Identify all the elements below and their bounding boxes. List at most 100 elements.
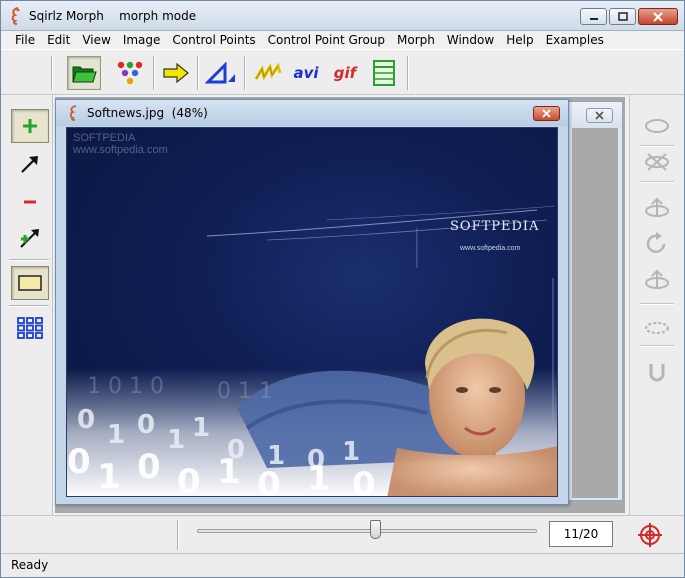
toolbar: avi gif [1, 49, 684, 95]
softpedia-logo-text: SOFTPEDIA [450, 219, 540, 234]
frame-slider-track[interactable] [197, 529, 537, 533]
grid-button[interactable] [11, 311, 49, 345]
frame-slider-thumb[interactable] [370, 520, 381, 539]
menu-file[interactable]: File [9, 31, 41, 49]
title-bar[interactable]: Sqirlz Morph morph mode [1, 1, 684, 31]
flip-button[interactable] [640, 265, 674, 295]
target-icon [638, 523, 662, 547]
squirrel-icon [11, 7, 20, 25]
magnet-icon [649, 364, 665, 382]
warp-button[interactable] [204, 56, 238, 90]
color-dots-icon [117, 61, 143, 85]
toolbar-separator [153, 56, 155, 90]
move-arrow-icon [21, 156, 38, 173]
scale-icon [645, 322, 669, 334]
save-avi-button[interactable]: avi [289, 56, 323, 90]
rectangle-select-icon [18, 275, 42, 291]
delete-group-button[interactable] [640, 147, 674, 177]
menu-bar: File Edit View Image Control Points Cont… [1, 31, 684, 49]
svg-text:1: 1 [167, 425, 185, 455]
svg-text:0: 0 [257, 465, 281, 497]
menu-image[interactable]: Image [117, 31, 167, 49]
close-button[interactable] [638, 8, 678, 25]
menu-control-points[interactable]: Control Points [166, 31, 261, 49]
squirrel-icon [69, 105, 77, 121]
svg-text:0 1 1: 0 1 1 [217, 379, 273, 404]
frame-counter: 11/20 [549, 521, 613, 547]
flip-icon [645, 269, 669, 289]
close-icon [542, 109, 551, 118]
colors-button[interactable] [113, 56, 147, 90]
slider-separator [177, 520, 179, 550]
svg-text:1: 1 [342, 437, 360, 467]
remove-point-button[interactable] [11, 185, 49, 219]
minimize-icon [589, 17, 598, 20]
link-points-button[interactable] [11, 221, 49, 255]
menu-examples[interactable]: Examples [540, 31, 610, 49]
svg-text:0: 0 [137, 410, 155, 440]
svg-text:0: 0 [67, 442, 91, 482]
frames-button[interactable] [367, 56, 401, 90]
maximize-button[interactable] [609, 8, 636, 25]
image-canvas[interactable]: 010 110 101 010 010 10 1 0 1 00 1 1 SOFT… [66, 127, 558, 497]
menu-control-point-group[interactable]: Control Point Group [262, 31, 391, 49]
scale-button[interactable] [640, 313, 674, 343]
softpedia-watermark: SOFTPEDIA www.softpedia.com [73, 132, 168, 156]
menu-morph[interactable]: Morph [391, 31, 441, 49]
close-icon [595, 111, 604, 120]
target-button[interactable] [635, 522, 665, 548]
ellipse-button[interactable] [640, 111, 674, 141]
open-button[interactable] [67, 56, 101, 90]
menu-edit[interactable]: Edit [41, 31, 76, 49]
move-up-button[interactable] [640, 193, 674, 223]
toolbar-separator [51, 56, 53, 90]
tool-separator [9, 305, 49, 307]
app-window: Sqirlz Morph morph mode File Edit View I… [0, 0, 685, 578]
minimize-button[interactable] [580, 8, 607, 25]
background-window-close-button[interactable] [586, 108, 613, 123]
right-tool-panel [629, 95, 684, 515]
toolbar-separator [197, 56, 199, 90]
tool-separator [9, 259, 49, 261]
menu-window[interactable]: Window [441, 31, 500, 49]
move-point-button[interactable] [11, 147, 49, 181]
svg-text:1: 1 [192, 413, 210, 443]
save-gif-button[interactable]: gif [328, 56, 362, 90]
wave-icon [254, 63, 282, 81]
next-button[interactable] [159, 56, 193, 90]
svg-text:1: 1 [217, 452, 241, 492]
magnet-button[interactable] [640, 357, 674, 387]
svg-text:0: 0 [352, 465, 376, 497]
softpedia-logo-url: www.softpedia.com [460, 245, 521, 252]
svg-text:0: 0 [177, 462, 201, 497]
background-document-window[interactable] [567, 101, 623, 501]
image-window-titlebar[interactable]: Softnews.jpg (48%) [56, 100, 568, 126]
move-up-icon [645, 197, 669, 217]
toolbar-separator [407, 56, 409, 90]
image-window-title: Softnews.jpg (48%) [87, 106, 208, 120]
arrow-right-icon [163, 62, 189, 84]
toolbar-separator [244, 56, 246, 90]
svg-text:1: 1 [107, 420, 125, 450]
svg-text:0: 0 [77, 405, 95, 435]
svg-text:1: 1 [97, 457, 121, 497]
menu-view[interactable]: View [76, 31, 116, 49]
status-text: Ready [11, 558, 49, 572]
remove-point-icon [24, 200, 36, 204]
menu-help[interactable]: Help [500, 31, 539, 49]
rectangle-select-button[interactable] [11, 266, 49, 300]
image-window-close-button[interactable] [533, 106, 560, 121]
svg-text:1 0 1 0: 1 0 1 0 [87, 374, 164, 399]
add-point-button[interactable] [11, 109, 49, 143]
avi-icon: avi [293, 64, 319, 82]
tool-separator [640, 345, 674, 347]
wave-button[interactable] [252, 56, 286, 90]
ellipse-icon [645, 119, 669, 133]
rotate-icon [646, 232, 666, 253]
tool-separator [640, 181, 674, 183]
frame-slider-bar: 11/20 [1, 515, 684, 553]
maximize-icon [617, 11, 628, 21]
frames-icon [373, 60, 395, 86]
window-title: Sqirlz Morph morph mode [29, 9, 197, 23]
rotate-button[interactable] [640, 229, 674, 259]
